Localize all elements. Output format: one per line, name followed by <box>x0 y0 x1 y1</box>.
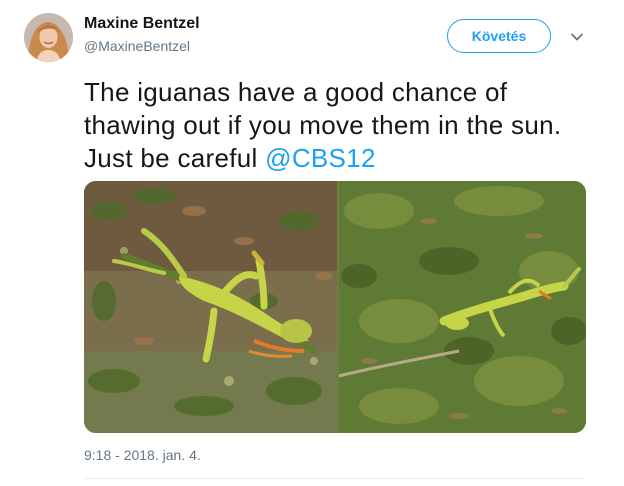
avatar-image <box>24 13 73 62</box>
tweet-text-line: Just be careful @CBS12 <box>84 142 604 175</box>
mention-link[interactable]: @CBS12 <box>265 143 376 173</box>
media-gallery <box>84 181 586 433</box>
photo-iguana-dirt[interactable] <box>84 181 337 433</box>
tweet-text-line: thawing out if you move them in the sun. <box>84 110 562 140</box>
tweet-timestamp[interactable]: 9:18 - 2018. jan. 4. <box>84 447 201 463</box>
author-name[interactable]: Maxine Bentzel <box>84 15 200 33</box>
tweet-text-fragment: Just be careful <box>84 143 266 173</box>
author-handle[interactable]: @MaxineBentzel <box>84 38 190 54</box>
avatar[interactable] <box>24 13 73 62</box>
tweet-text-line: The iguanas have a good chance of <box>84 77 508 107</box>
follow-button[interactable]: Követés <box>447 19 551 53</box>
photo-iguana-grass[interactable] <box>339 181 586 433</box>
tweet-text: The iguanas have a good chance of thawin… <box>84 76 604 175</box>
divider <box>84 478 584 479</box>
chevron-down-icon[interactable] <box>569 29 585 45</box>
tweet-card: Maxine Bentzel @MaxineBentzel Követés Th… <box>0 0 624 486</box>
